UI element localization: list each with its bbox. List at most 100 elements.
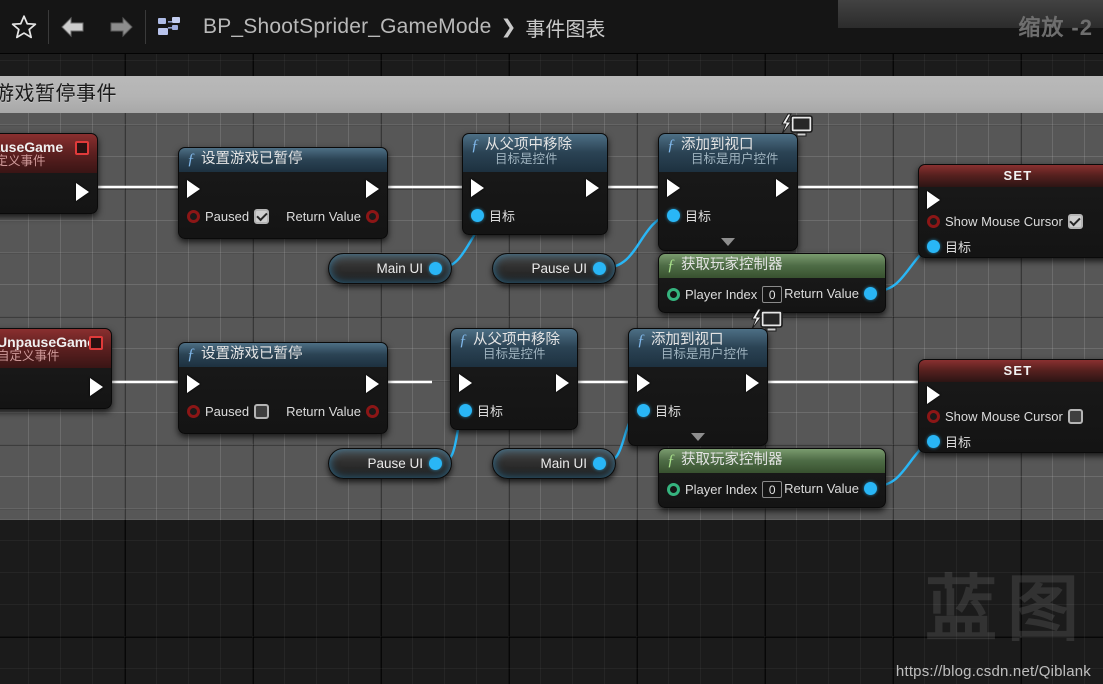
show-mouse-cursor-checkbox[interactable]: [1067, 214, 1083, 229]
node-get-player-controller-2[interactable]: ƒ 获取玩家控制器 Player Index 0 Return Value: [658, 448, 886, 508]
pin-label: Return Value: [286, 404, 361, 419]
int-pin-icon: [667, 483, 680, 496]
zoom-level-label: 缩放 -2: [1018, 15, 1093, 40]
bool-pin-icon: [927, 215, 940, 228]
node-title: SET: [1003, 168, 1033, 183]
pin-exec-in[interactable]: [927, 386, 940, 404]
paused-checkbox[interactable]: [254, 209, 270, 224]
node-remove-from-parent-1[interactable]: ƒ 从父项中移除 目标是控件 目标: [462, 133, 608, 235]
breadcrumb-current[interactable]: 事件图表: [525, 13, 605, 42]
node-header: ƒ 添加到视口 目标是用户控件: [628, 328, 768, 367]
node-variable-main-ui-2[interactable]: Main UI: [492, 448, 616, 479]
forward-button[interactable]: [97, 0, 145, 54]
chevron-down-icon[interactable]: [721, 238, 735, 246]
object-pin-icon[interactable]: [593, 262, 606, 275]
node-custom-event-unpausegame[interactable]: UnpauseGame 自定义事件: [0, 328, 112, 409]
node-variable-pause-ui-1[interactable]: Pause UI: [492, 253, 616, 284]
editor-toolbar: BP_ShootSprider_GameMode ❯ 事件图表 缩放 -2: [0, 0, 1103, 54]
pin-return-value[interactable]: Return Value: [784, 481, 877, 496]
back-button[interactable]: [49, 0, 97, 54]
node-set-game-paused-1[interactable]: ƒ 设置游戏已暂停 Paused Return Value: [178, 147, 388, 239]
pin-show-mouse-cursor[interactable]: Show Mouse Cursor: [927, 409, 1083, 424]
blueprint-button[interactable]: [146, 0, 194, 54]
function-icon: ƒ: [667, 256, 675, 274]
pin-exec-in[interactable]: [471, 179, 484, 197]
pin-return-value[interactable]: Return Value: [286, 404, 379, 419]
int-pin-icon: [667, 288, 680, 301]
back-arrow-icon: [61, 16, 84, 38]
node-set-game-paused-2[interactable]: ƒ 设置游戏已暂停 Paused Return Value: [178, 342, 388, 434]
show-mouse-cursor-checkbox[interactable]: [1067, 409, 1083, 424]
node-title: SET: [1003, 363, 1033, 378]
stop-square-icon[interactable]: [75, 141, 89, 155]
chevron-down-icon[interactable]: [691, 433, 705, 441]
node-get-player-controller-1[interactable]: ƒ 获取玩家控制器 Player Index 0 Return Value: [658, 253, 886, 313]
object-pin-icon[interactable]: [429, 457, 442, 470]
pin-exec-out[interactable]: [776, 179, 789, 197]
pin-exec-out[interactable]: [366, 375, 379, 393]
pin-paused-input[interactable]: Paused: [187, 404, 270, 419]
pin-exec-out[interactable]: [76, 183, 89, 201]
pin-exec-out[interactable]: [366, 180, 379, 198]
node-set-show-mouse-cursor-1[interactable]: SET Show Mouse Cursor 目标: [918, 164, 1103, 258]
exec-pin-icon: [776, 179, 789, 197]
function-icon: ƒ: [187, 345, 195, 363]
player-index-input[interactable]: 0: [762, 481, 783, 498]
node-set-show-mouse-cursor-2[interactable]: SET Show Mouse Cursor 目标: [918, 359, 1103, 453]
pin-target[interactable]: 目标: [471, 206, 515, 225]
pin-player-index[interactable]: Player Index 0: [667, 481, 783, 498]
node-variable-pause-ui-2[interactable]: Pause UI: [328, 448, 452, 479]
player-index-input[interactable]: 0: [762, 286, 783, 303]
object-pin-icon[interactable]: [429, 262, 442, 275]
node-add-to-viewport-1[interactable]: ƒ 添加到视口 目标是用户控件 目标: [658, 113, 813, 251]
pin-exec-out[interactable]: [90, 378, 103, 396]
bool-pin-icon: [366, 405, 379, 418]
pin-label: 目标: [945, 240, 972, 255]
pin-exec-in[interactable]: [187, 180, 200, 198]
pin-target[interactable]: 目标: [667, 206, 711, 225]
function-icon: ƒ: [459, 331, 467, 349]
pin-player-index[interactable]: Player Index 0: [667, 286, 783, 303]
pin-exec-in[interactable]: [667, 179, 680, 197]
pin-label: Return Value: [784, 286, 859, 301]
stop-square-icon[interactable]: [89, 336, 103, 350]
node-remove-from-parent-2[interactable]: ƒ 从父项中移除 目标是控件 目标: [450, 328, 578, 430]
pin-label: 目标: [477, 404, 504, 419]
pin-exec-out[interactable]: [556, 374, 569, 392]
pin-show-mouse-cursor[interactable]: Show Mouse Cursor: [927, 214, 1083, 229]
node-header: ƒ 获取玩家控制器: [658, 253, 886, 278]
favorite-button[interactable]: [0, 0, 48, 54]
pin-exec-in[interactable]: [187, 375, 200, 393]
pin-exec-out[interactable]: [746, 374, 759, 392]
pin-exec-in[interactable]: [637, 374, 650, 392]
pin-exec-in[interactable]: [459, 374, 472, 392]
pin-return-value[interactable]: Return Value: [784, 286, 877, 301]
blueprint-editor: 游戏暂停事件 PauseGame 自定义事件: [0, 0, 1103, 684]
comment-region-title[interactable]: 游戏暂停事件: [0, 76, 1103, 113]
exec-pin-icon: [187, 375, 200, 393]
node-header: ƒ 设置游戏已暂停: [178, 342, 388, 367]
paused-checkbox[interactable]: [254, 404, 270, 419]
pin-target[interactable]: 目标: [927, 237, 971, 256]
breadcrumb-chevron-icon: ❯: [500, 16, 517, 38]
pin-target[interactable]: 目标: [637, 401, 681, 420]
node-add-to-viewport-2[interactable]: ƒ 添加到视口 目标是用户控件 目标: [628, 308, 783, 446]
pin-exec-in[interactable]: [927, 191, 940, 209]
node-variable-main-ui-1[interactable]: Main UI: [328, 253, 452, 284]
pin-label: Paused: [205, 209, 250, 224]
pin-target[interactable]: 目标: [459, 401, 503, 420]
exec-pin-icon: [187, 180, 200, 198]
pin-return-value[interactable]: Return Value: [286, 209, 379, 224]
object-pin-icon[interactable]: [593, 457, 606, 470]
node-custom-event-pausegame[interactable]: PauseGame 自定义事件: [0, 133, 98, 214]
node-header: SET: [918, 359, 1103, 382]
node-header: SET: [918, 164, 1103, 187]
pin-exec-out[interactable]: [586, 179, 599, 197]
exec-pin-icon: [556, 374, 569, 392]
pin-paused-input[interactable]: Paused: [187, 209, 270, 224]
node-subtitle: 目标是控件: [495, 152, 558, 166]
exec-pin-icon: [76, 183, 89, 201]
breadcrumb-root[interactable]: BP_ShootSprider_GameMode: [203, 15, 491, 39]
pin-target[interactable]: 目标: [927, 432, 971, 451]
function-icon: ƒ: [667, 136, 675, 154]
